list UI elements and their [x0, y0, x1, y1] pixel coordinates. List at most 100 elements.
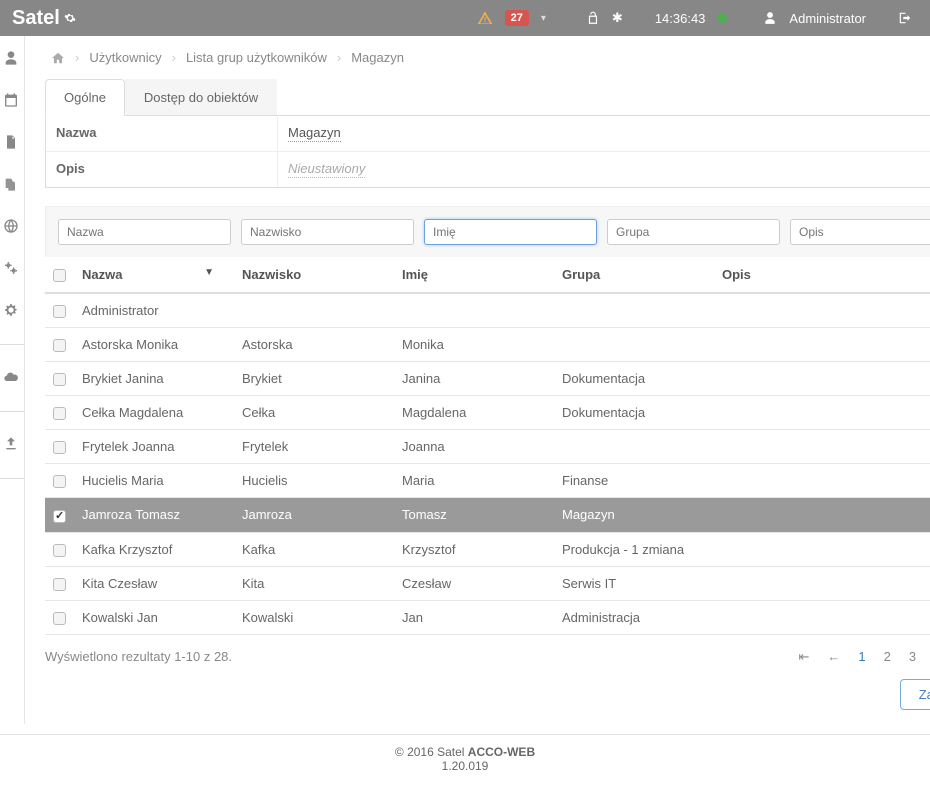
cell-nazwisko: Frytelek: [234, 430, 394, 464]
files-icon[interactable]: [3, 176, 21, 194]
row-checkbox[interactable]: [53, 578, 66, 591]
cell-grupa: Serwis IT: [554, 566, 714, 600]
filter-row: [45, 206, 930, 257]
gear-icon: [64, 12, 76, 24]
table-row[interactable]: Astorska MonikaAstorskaMonika: [45, 328, 930, 362]
cell-opis: [714, 293, 930, 328]
row-checkbox[interactable]: [53, 305, 66, 318]
filter-nazwa[interactable]: [58, 219, 231, 245]
footer-copyright: © 2016 Satel: [395, 745, 468, 759]
cell-nazwisko: Kowalski: [234, 600, 394, 634]
cell-grupa: Magazyn: [554, 498, 714, 532]
cell-nazwisko: [234, 293, 394, 328]
row-checkbox[interactable]: [53, 373, 66, 386]
page-prev-icon[interactable]: ←: [827, 649, 840, 664]
cell-imie: Krzysztof: [394, 532, 554, 566]
cell-nazwisko: Jamroza: [234, 498, 394, 532]
row-checkbox[interactable]: [53, 544, 66, 557]
row-checkbox[interactable]: [53, 441, 66, 454]
footer-version: 1.20.019: [442, 759, 489, 773]
table-row[interactable]: Jamroza TomaszJamrozaTomaszMagazyn: [45, 498, 930, 532]
cell-imie: Czesław: [394, 566, 554, 600]
caret-down-icon[interactable]: ▾: [541, 13, 546, 24]
row-checkbox[interactable]: [53, 339, 66, 352]
prop-desc-value[interactable]: Nieustawiony: [288, 161, 365, 178]
globe-icon[interactable]: [3, 218, 21, 236]
breadcrumb-sep: ›: [337, 50, 341, 65]
page-1[interactable]: 1: [858, 649, 865, 664]
cell-imie: Tomasz: [394, 498, 554, 532]
filter-grupa[interactable]: [607, 219, 780, 245]
row-checkbox[interactable]: [53, 612, 66, 625]
gears-icon[interactable]: [3, 260, 21, 278]
page-first-icon[interactable]: ⇤: [798, 649, 809, 665]
col-nazwisko[interactable]: Nazwisko: [234, 257, 394, 293]
calendar-icon[interactable]: [3, 92, 21, 110]
table-row[interactable]: Hucielis MariaHucielisMariaFinanse: [45, 464, 930, 498]
row-checkbox[interactable]: [53, 510, 66, 523]
sidebar: [0, 36, 25, 724]
save-button[interactable]: Zapisz: [900, 679, 930, 710]
brand-logo: Satel: [12, 7, 76, 30]
row-checkbox[interactable]: [53, 475, 66, 488]
table-row[interactable]: Kita CzesławKitaCzesławSerwis IT: [45, 566, 930, 600]
breadcrumb-link[interactable]: Lista grup użytkowników: [186, 50, 327, 65]
cell-imie: [394, 293, 554, 328]
prop-name-value[interactable]: Magazyn: [288, 125, 341, 142]
warning-icon[interactable]: [477, 10, 493, 26]
file-icon[interactable]: [3, 134, 21, 152]
page-2[interactable]: 2: [884, 649, 891, 664]
sidebar-divider: [0, 411, 24, 412]
cell-nazwa: Hucielis Maria: [74, 464, 234, 498]
filter-nazwisko[interactable]: [241, 219, 414, 245]
users-table: Nazwa ▼ Nazwisko Imię Grupa Opis Administ…: [45, 257, 930, 635]
upload-icon[interactable]: [3, 436, 21, 454]
table-row[interactable]: Kowalski JanKowalskiJanAdministracja: [45, 600, 930, 634]
snowflake-icon[interactable]: ✱: [612, 10, 623, 26]
user-icon[interactable]: [3, 50, 21, 68]
filter-opis[interactable]: [790, 219, 930, 245]
cell-opis: [714, 566, 930, 600]
table-row[interactable]: Brykiet JaninaBrykietJaninaDokumentacja: [45, 362, 930, 396]
home-icon[interactable]: [51, 51, 65, 65]
breadcrumb: › Użytkownicy › Lista grup użytkowników …: [51, 50, 930, 65]
logout-icon[interactable]: [898, 11, 912, 25]
row-checkbox[interactable]: [53, 407, 66, 420]
table-row[interactable]: Kafka KrzysztofKafkaKrzysztofProdukcja -…: [45, 532, 930, 566]
cell-opis: [714, 600, 930, 634]
user-icon: [763, 11, 777, 25]
col-opis[interactable]: Opis: [714, 257, 930, 293]
table-row[interactable]: Frytelek JoannaFrytelekJoanna: [45, 430, 930, 464]
unlock-icon[interactable]: [586, 11, 600, 25]
breadcrumb-link[interactable]: Użytkownicy: [89, 50, 161, 65]
tab-access[interactable]: Dostęp do obiektów: [125, 79, 277, 115]
col-grupa[interactable]: Grupa: [554, 257, 714, 293]
status-dot: [717, 13, 727, 23]
topbar: Satel 27 ▾ ✱ 14:36:43 Administrator: [0, 0, 930, 36]
cell-opis: [714, 396, 930, 430]
filter-imie[interactable]: [424, 219, 597, 245]
cell-opis: [714, 430, 930, 464]
user-name[interactable]: Administrator: [789, 11, 866, 26]
properties-panel: Nazwa Magazyn Opis Nieustawiony: [45, 116, 930, 188]
cell-imie: Janina: [394, 362, 554, 396]
cloud-icon[interactable]: [3, 369, 21, 387]
cell-imie: Magdalena: [394, 396, 554, 430]
breadcrumb-sep: ›: [172, 50, 176, 65]
table-row[interactable]: Cełka MagdalenaCełkaMagdalenaDokumentacj…: [45, 396, 930, 430]
select-all-checkbox[interactable]: [53, 269, 66, 282]
table-row[interactable]: Administrator: [45, 293, 930, 328]
gear-icon[interactable]: [3, 302, 21, 320]
pagination: ⇤ ← 1 2 3 → ⇥: [798, 649, 930, 665]
notification-badge[interactable]: 27: [505, 10, 529, 26]
col-imie[interactable]: Imię: [394, 257, 554, 293]
tab-general[interactable]: Ogólne: [45, 79, 125, 116]
page-3[interactable]: 3: [909, 649, 916, 664]
cell-grupa: Administracja: [554, 600, 714, 634]
cell-nazwisko: Hucielis: [234, 464, 394, 498]
results-text: Wyświetlono rezultaty 1-10 z 28.: [45, 649, 232, 664]
sort-indicator-icon: ▼: [204, 267, 214, 278]
main-content: › Użytkownicy › Lista grup użytkowników …: [25, 36, 930, 724]
cell-opis: [714, 464, 930, 498]
col-nazwa[interactable]: Nazwa: [82, 267, 122, 282]
